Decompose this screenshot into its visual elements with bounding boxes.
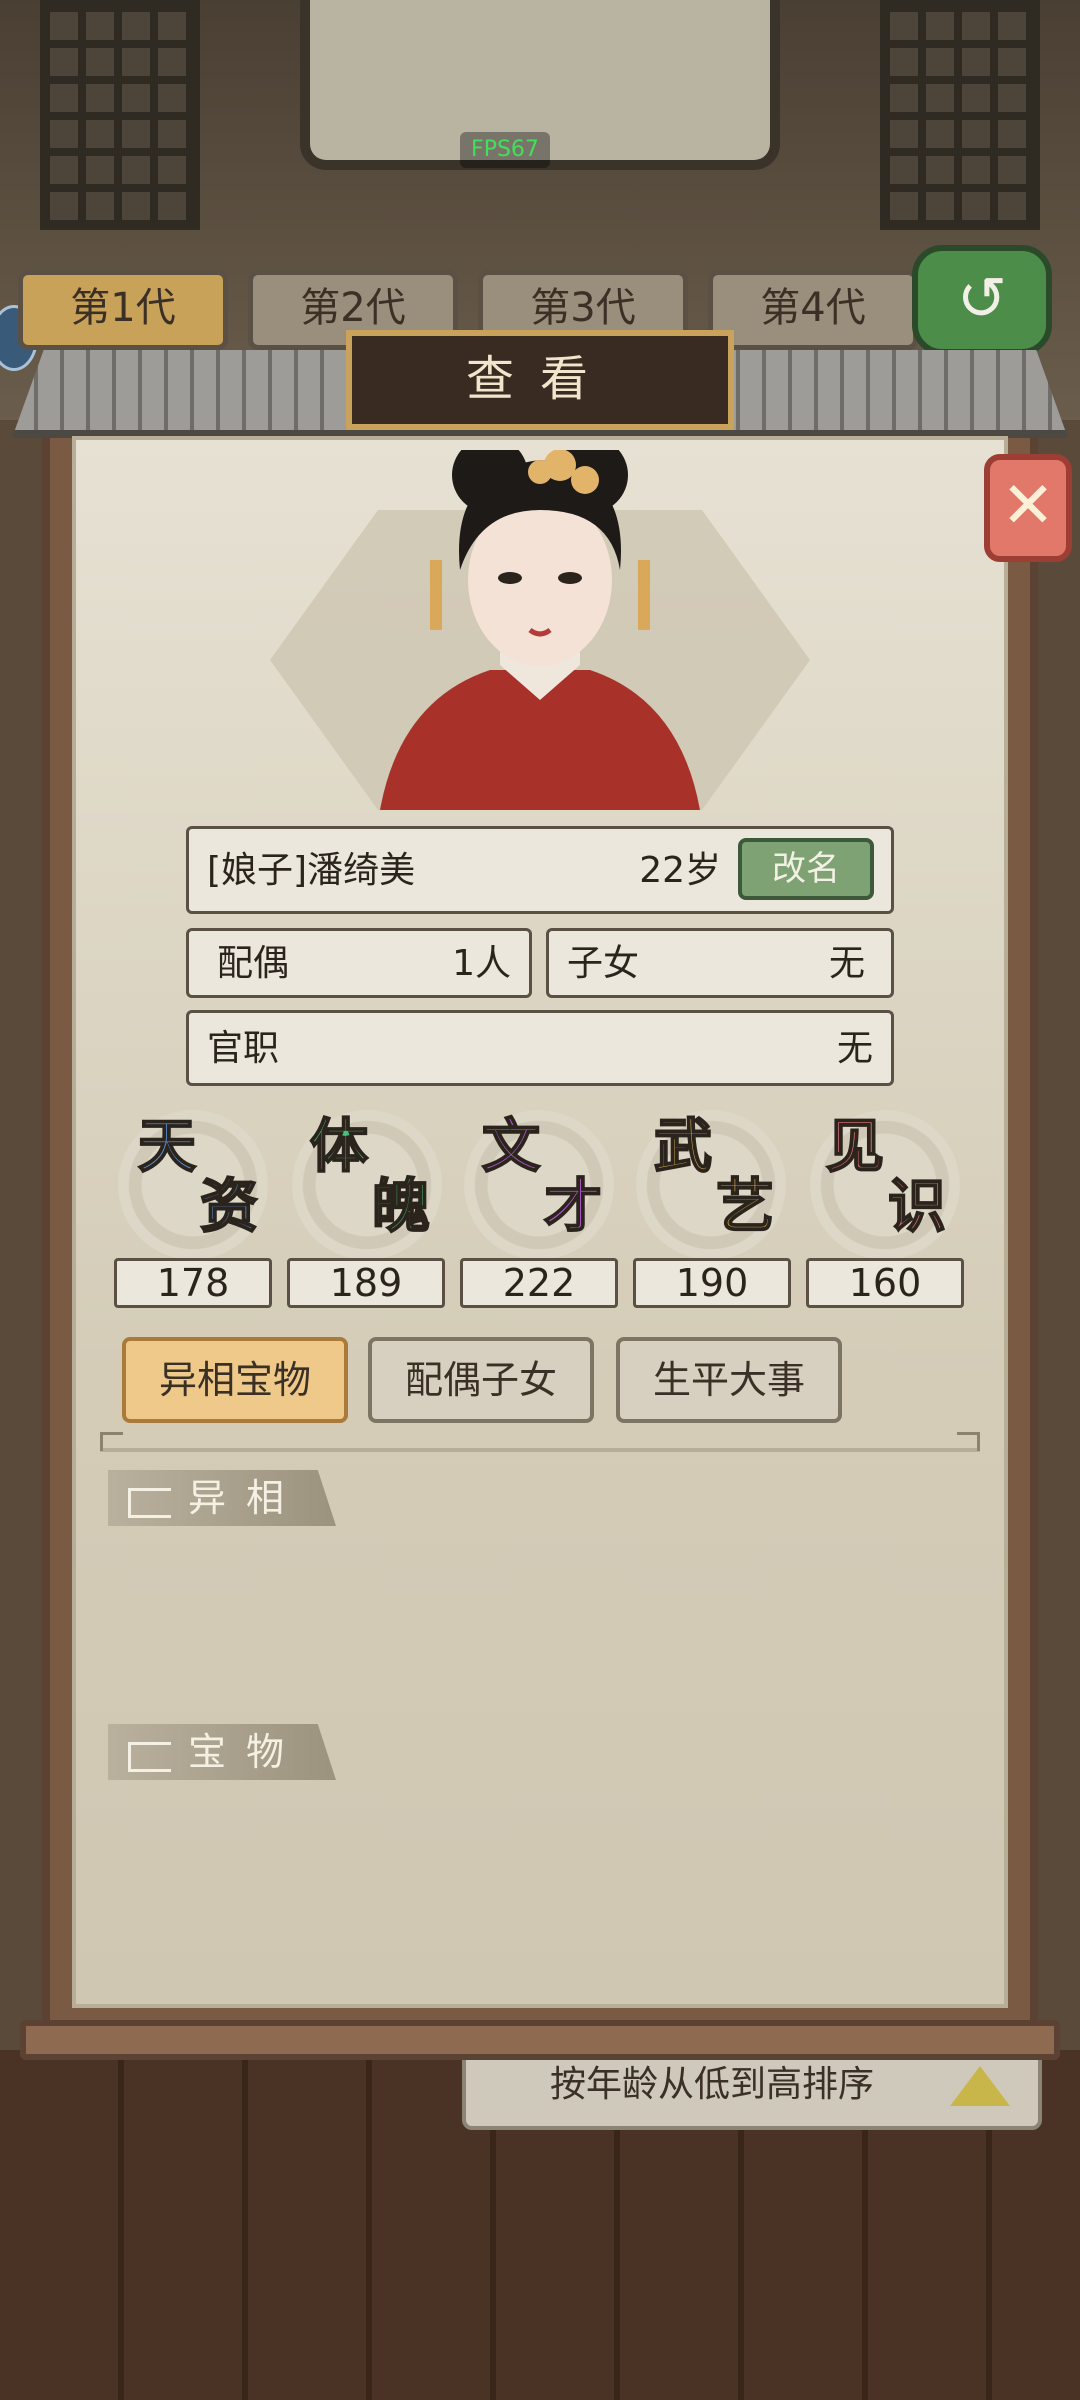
stat-char: 艺 xyxy=(715,1172,775,1240)
children-value: 无 xyxy=(828,943,865,984)
stat-label-literature: 文 才 xyxy=(481,1112,603,1240)
office-value: 无 xyxy=(836,1028,873,1069)
window-lattice-right xyxy=(880,0,1040,230)
stat-label-physique: 体 魄 xyxy=(309,1112,431,1240)
office-label: 官职 xyxy=(207,1028,280,1069)
spouse-value: 1人 xyxy=(452,943,511,984)
stat-char: 资 xyxy=(199,1172,259,1240)
window-lattice-left xyxy=(40,0,200,230)
stat-char: 体 xyxy=(309,1112,369,1180)
pattern-icon xyxy=(128,1488,171,1518)
spouse-label: 配偶 xyxy=(217,943,290,984)
stat-label-insight: 见 识 xyxy=(825,1112,947,1240)
stat-value-talent: 178 xyxy=(114,1258,272,1308)
tab-traits-treasures[interactable]: 异相宝物 xyxy=(122,1337,348,1423)
stat-char: 天 xyxy=(137,1112,197,1180)
dialog-title: 查看 xyxy=(346,330,734,430)
stat-char: 武 xyxy=(653,1112,713,1180)
section-divider xyxy=(100,1432,980,1452)
stat-value-physique: 189 xyxy=(287,1258,445,1308)
stat-char: 才 xyxy=(543,1172,603,1240)
dialog-bottom-rail xyxy=(20,2020,1060,2060)
tab-spouse-children[interactable]: 配偶子女 xyxy=(368,1337,594,1423)
stat-char: 见 xyxy=(825,1112,885,1180)
character-portrait xyxy=(380,450,700,810)
children-row: 子女 无 xyxy=(546,928,894,998)
stat-value-insight: 160 xyxy=(806,1258,964,1308)
stat-value-literature: 222 xyxy=(460,1258,618,1308)
treasures-title: 宝物 xyxy=(188,1730,305,1774)
stat-char: 文 xyxy=(481,1112,541,1180)
stat-label-talent: 天 资 xyxy=(137,1112,259,1240)
close-icon[interactable]: ✕ xyxy=(984,454,1072,562)
stat-label-martial: 武 艺 xyxy=(653,1112,775,1240)
stat-value-martial: 190 xyxy=(633,1258,791,1308)
stat-char: 识 xyxy=(887,1172,947,1240)
pattern-icon xyxy=(128,1742,171,1772)
tab-generation-4[interactable]: 第4代 xyxy=(708,270,918,350)
rename-button[interactable]: 改名 xyxy=(738,838,874,900)
stat-char: 魄 xyxy=(371,1172,431,1240)
character-name: [娘子]潘绮美 xyxy=(207,850,416,891)
back-arrow-icon[interactable]: ↺ xyxy=(912,245,1052,355)
office-row: 官职 无 xyxy=(186,1010,894,1086)
traits-section-header: 异相 xyxy=(108,1470,336,1526)
character-age: 22岁 xyxy=(639,850,721,891)
fps-counter: FPS67 xyxy=(460,132,550,168)
tab-life-events[interactable]: 生平大事 xyxy=(616,1337,842,1423)
tab-generation-1[interactable]: 第1代 xyxy=(18,270,228,350)
triangle-up-icon xyxy=(950,2066,1010,2106)
spouse-row: 配偶 1人 xyxy=(186,928,532,998)
children-label: 子女 xyxy=(567,943,640,984)
traits-title: 异相 xyxy=(188,1476,305,1520)
treasures-section-header: 宝物 xyxy=(108,1724,336,1780)
